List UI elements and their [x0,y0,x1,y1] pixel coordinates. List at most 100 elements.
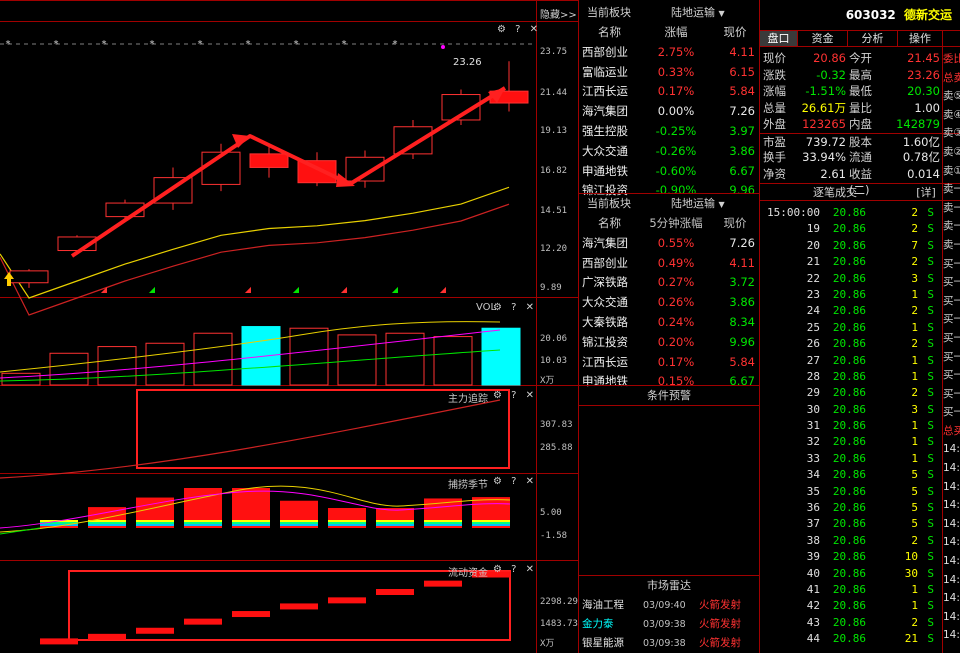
list-item[interactable]: 申通地铁 -0.60% 6.67 [579,162,759,182]
season-panel-title: 捕捞季节 [448,480,488,491]
price-axis-label: 19.13 [540,126,568,136]
list-item[interactable]: 江西长运 0.17% 5.84 [579,353,759,373]
flow-bar [376,589,414,595]
price-axis-label: 21.44 [540,88,568,98]
tick-price: 20.86 [832,484,866,498]
tick-volume: 1 [911,320,918,334]
tick-volume: 2 [911,615,918,629]
sector-dropdown[interactable]: 陆地运输 ▼ [671,194,725,214]
tick-price: 20.86 [832,599,866,613]
list-item[interactable]: 江西长运 0.17% 5.84 [579,82,759,102]
kline-chart-area[interactable]: * * * * * * * * * ◢ ◢ ◢ ◢ ◢ ◢ ◢ 隐藏>> ⚙ ? ✕ 23.75 21.44 … [0,0,578,653]
list-item[interactable]: 西部创业 2.75% 4.11 [579,43,759,63]
current-sector-tab[interactable]: 当前板块 [579,194,671,214]
flow-panel-icons[interactable]: ⚙ ? ✕ [493,564,537,575]
price: 4.11 [729,44,755,59]
ticks-detail-button[interactable]: [详] [910,184,942,200]
tick-price: 20.86 [832,304,866,318]
tick-volume: 2 [911,337,918,351]
quote-label: 涨跌 [763,67,786,82]
radar-item[interactable]: 海油工程 03/09:40 火箭发射 [579,596,759,615]
tick-volume: 1 [911,599,918,613]
season-band [424,522,462,524]
radar-event: 火箭发射 [699,599,741,611]
tick-volume: 2 [911,206,918,219]
tick-side: S [927,615,934,629]
list-item[interactable]: 大众交通 0.26% 3.86 [579,293,759,313]
tick-side: S [927,271,934,285]
side-strip-item: 卖② [943,145,960,158]
tick-time: 25 [806,320,820,334]
quote-value: 20.86 [813,51,846,65]
dropdown-arrow-icon: ▼ [718,200,725,209]
vol-panel-icons[interactable]: ⚙ ? ✕ [493,302,537,313]
radar-title[interactable]: 市场雷达 [579,576,759,596]
list-item[interactable]: 富临运业 0.33% 6.15 [579,63,759,83]
tick-side: S [927,304,934,318]
table-header: 名称 涨幅 现价 [598,25,747,39]
tick-side: S [927,599,934,613]
quote-label: 收益(二) [849,166,872,198]
quote-label: 外盘 [763,117,786,131]
side-strip-item: 买一 [943,406,960,419]
table-row: 21 20.86 2 S [760,254,960,270]
tick-price: 20.86 [832,238,866,252]
hide-panel-button[interactable]: 隐藏>> [540,6,577,21]
signal-tick: ◢ [440,285,447,294]
tab-analysis[interactable]: 分析 [848,31,898,46]
season-panel-icons[interactable]: ⚙ ? ✕ [493,476,537,487]
change-pct: 0.49% [657,255,695,270]
quote-value: 739.72 [805,134,846,149]
list-item[interactable]: 大秦铁路 0.24% 8.34 [579,313,759,333]
tab-operate[interactable]: 操作 [898,31,942,46]
quote-value: 0.78亿 [902,150,940,164]
tick-price: 20.86 [832,369,866,383]
radar-time: 03/09:40 [643,600,686,611]
sector-dropdown[interactable]: 陆地运输 ▼ [671,3,725,23]
list-item[interactable]: 海汽集团 0.00% 7.26 [579,102,759,122]
side-strip-item: 买一 [943,313,960,326]
season-band [424,524,462,526]
list-item[interactable]: 锦江投资 0.20% 9.96 [579,333,759,353]
main-track-icons[interactable]: ⚙ ? ✕ [493,390,537,401]
tick-price: 20.86 [832,320,866,334]
tick-side: S [927,566,934,580]
current-sector-tab[interactable]: 当前板块 [579,3,671,23]
tick-price: 20.86 [832,582,866,596]
price: 7.26 [729,235,755,250]
tick-price: 20.86 [832,566,866,580]
list-item[interactable]: 海汽集团 0.55% 7.26 [579,234,759,254]
radar-item[interactable]: 金力泰 03/09:38 火箭发射 [579,615,759,634]
tick-time: 29 [806,386,820,400]
signal-tick: ◢ [149,285,156,294]
tab-handicap[interactable]: 盘口 [760,31,798,46]
tick-volume: 30 [904,566,918,580]
tick-volume: 1 [911,451,918,465]
change-pct: 0.26% [657,295,695,310]
tab-funds[interactable]: 资金 [798,31,848,46]
radar-event: 火箭发射 [699,618,741,630]
side-strip-item: 买一 [943,294,960,307]
trend-arrow [70,86,507,258]
vol-axis-label: 10.03 [540,356,568,366]
stock-code: 603032 [845,8,896,22]
stock-name: 大众交通 [582,143,628,158]
side-strip-item: 14: [943,555,960,568]
tick-volume: 1 [911,353,918,367]
list-item[interactable]: 大众交通 -0.26% 3.86 [579,142,759,162]
main-chart-icons[interactable]: ⚙ ? ✕ [497,24,541,35]
tick-price: 20.86 [832,271,866,285]
flow-axis-unit: X万 [540,639,555,649]
tick-volume: 5 [911,484,918,498]
tick-time: 19 [806,222,820,236]
kline-chart-svg[interactable]: * * * * * * * * * ◢ ◢ ◢ ◢ ◢ ◢ ◢ [0,0,578,653]
alert-title[interactable]: 条件预警 [579,386,759,406]
radar-item[interactable]: 银星能源 03/09:38 火箭发射 [579,634,759,653]
list-item[interactable]: 广深铁路 0.27% 3.72 [579,273,759,293]
tick-time: 31 [806,419,820,433]
table-row: 41 20.86 1 S [760,582,960,598]
list-item[interactable]: 西部创业 0.49% 4.11 [579,254,759,274]
list-item[interactable]: 强生控股 -0.25% 3.97 [579,122,759,142]
quote-value: -1.51% [805,84,846,98]
radar-stock: 海油工程 [582,599,624,611]
